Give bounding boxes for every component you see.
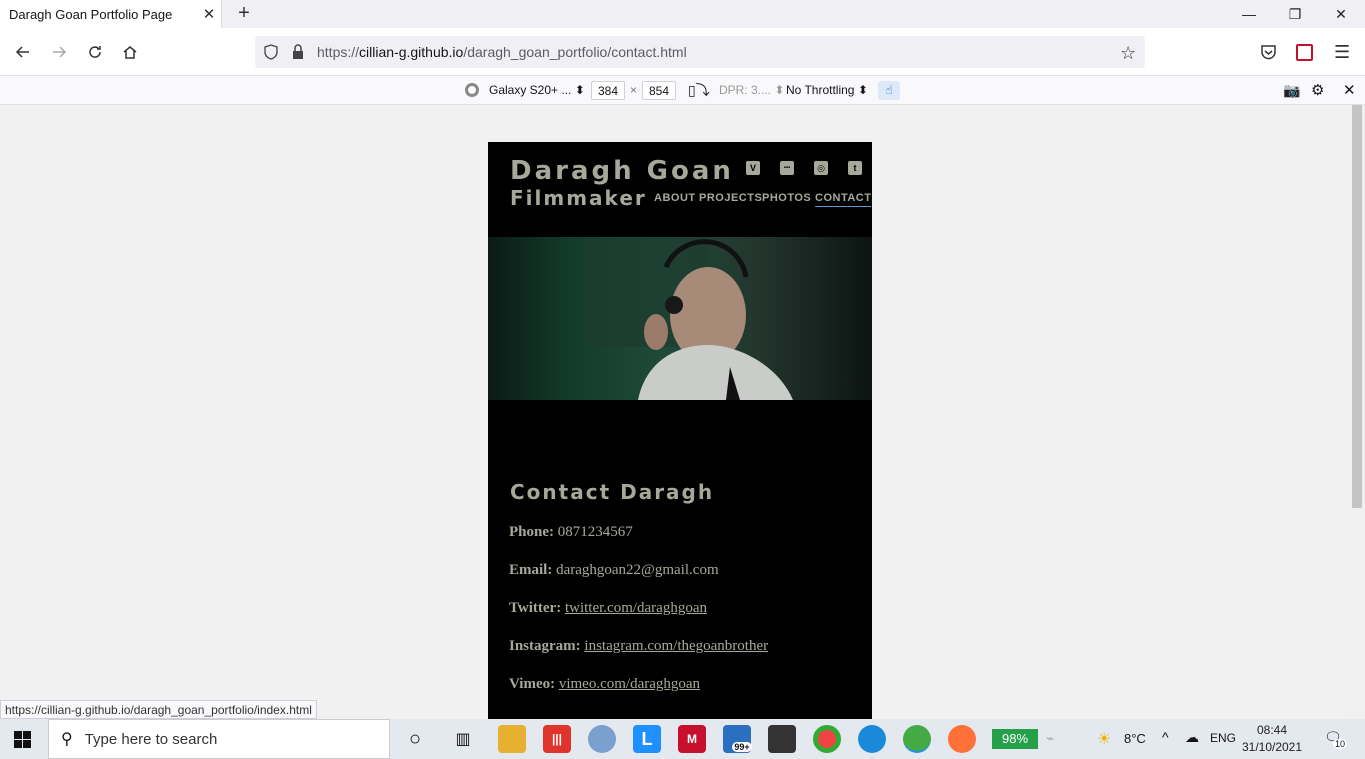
contact-vimeo: Vimeo: vimeo.com/daraghgoan [509,676,701,692]
window-close-icon[interactable]: ✕ [1318,0,1364,28]
cloud-icon[interactable]: ☁ [1185,729,1199,746]
forward-icon[interactable] [45,38,73,66]
cortana-icon[interactable]: ○ [401,725,429,753]
contact-instagram: Instagram: instagram.com/thegoanbrother [509,638,769,654]
app-red-icon[interactable]: ||| [543,725,571,753]
status-link-tooltip: https://cillian-g.github.io/daragh_goan_… [0,700,317,719]
select-arrow-icon: ⬍ [574,83,585,97]
weather-icon[interactable]: ☀ [1097,729,1111,749]
clock-date: 31/10/2021 [1241,740,1303,754]
nav-contact[interactable]: Contact [815,192,872,207]
language-indicator[interactable]: ENG [1210,731,1236,745]
select-arrow-icon: ⬍ [774,83,785,97]
width-input[interactable]: 384 [591,81,625,100]
windows-taskbar: ⚲ Type here to search ○ ▥ ||| L M 99+ 98… [0,719,1365,759]
file-explorer-icon[interactable] [498,725,526,753]
site-name[interactable]: Daragh Goan [510,156,734,186]
navigation-toolbar: https://cillian-g.github.io/daragh_goan_… [0,28,1365,76]
contact-email: Email: daraghgoan22@gmail.com [509,562,719,578]
nav-photos[interactable]: Photos [762,192,811,204]
vimeo-icon[interactable]: V [746,161,760,175]
menu-icon[interactable]: ☰ [1334,42,1350,63]
chrome-device-icon [465,83,479,97]
new-tab-button[interactable]: + [233,2,255,24]
system-clock[interactable]: 08:44 31/10/2021 [1240,722,1304,756]
url-bar[interactable]: https://cillian-g.github.io/daragh_goan_… [255,36,1145,68]
app-l-icon[interactable]: L [633,725,661,753]
mail-icon[interactable]: 99+ [723,725,752,753]
task-view-icon[interactable]: ▥ [449,725,477,753]
chrome-profile-icon[interactable] [903,725,931,753]
mcafee-icon[interactable]: M [678,725,706,753]
touch-simulation-icon[interactable]: ☝ [878,81,900,100]
tab-strip: Daragh Goan Portfolio Page ✕ + — ❐ ✕ [0,0,1365,28]
search-placeholder: Type here to search [84,730,218,748]
vertical-scrollbar[interactable] [1349,105,1365,719]
temperature[interactable]: 8°C [1124,731,1146,746]
bookmark-star-icon[interactable]: ☆ [1120,43,1136,64]
contact-twitter: Twitter: twitter.com/daraghgoan [509,600,707,616]
firefox-icon[interactable] [948,725,976,753]
search-icon: ⚲ [61,731,73,748]
store-icon[interactable] [768,725,796,753]
minimize-icon[interactable]: — [1226,0,1272,28]
battery-indicator[interactable]: 98% [992,729,1038,749]
shield-icon[interactable] [263,44,279,63]
chrome-icon[interactable] [813,725,841,753]
extension-icon[interactable] [1296,44,1313,61]
app-globe-icon[interactable] [588,725,616,753]
vimeo-link[interactable]: vimeo.com/daraghgoan [559,676,700,692]
contact-heading: Contact Daragh [510,480,715,504]
settings-gear-icon[interactable]: ⚙ [1311,81,1324,100]
tab-title: Daragh Goan Portfolio Page [9,6,173,22]
scrollbar-thumb[interactable] [1352,105,1362,508]
device-select[interactable]: Galaxy S20+ ... ⬍ [489,81,585,100]
power-icon[interactable]: ⌁ [1046,730,1054,747]
height-input[interactable]: 854 [642,81,676,100]
times-separator: × [630,83,638,97]
responsive-design-toolbar: Galaxy S20+ ... ⬍ 384 × 854 ▯⤵ DPR: 3...… [0,76,1365,105]
device-page: Daragh Goan Filmmaker V ▪▪▪ ◎ t About Pr… [488,142,872,719]
restore-icon[interactable]: ❐ [1272,0,1318,28]
url-text[interactable]: https://cillian-g.github.io/daragh_goan_… [317,44,687,60]
throttling-select[interactable]: No Throttling ⬍ [786,81,868,100]
rotate-icon[interactable]: ▯⤵ [688,81,710,100]
close-rdm-icon[interactable]: ✕ [1343,81,1356,100]
edge-icon[interactable] [858,725,886,753]
instagram-link[interactable]: instagram.com/thegoanbrother [584,638,768,654]
twitter-icon[interactable]: t [848,161,862,175]
reload-icon[interactable] [81,38,109,66]
rdm-viewport: Daragh Goan Filmmaker V ▪▪▪ ◎ t About Pr… [0,105,1349,719]
hero-image [488,237,872,400]
windows-start-icon[interactable] [14,731,31,751]
tab-close-icon[interactable]: ✕ [197,5,221,23]
browser-tab[interactable]: Daragh Goan Portfolio Page ✕ [0,0,222,28]
lock-icon[interactable] [291,44,305,63]
chevron-up-icon[interactable]: ^ [1162,729,1169,745]
clock-time: 08:44 [1256,723,1288,737]
taskbar-search[interactable]: ⚲ Type here to search [48,719,390,759]
pocket-icon[interactable] [1260,44,1277,63]
select-arrow-icon: ⬍ [857,83,868,97]
dpr-select[interactable]: DPR: 3.... ⬍ [719,81,784,100]
home-icon[interactable] [116,38,144,66]
instagram-icon[interactable]: ◎ [814,161,828,175]
twitter-link[interactable]: twitter.com/daraghgoan [565,600,707,616]
site-subtitle: Filmmaker [510,186,647,210]
notification-count: 10 [1333,739,1348,749]
back-icon[interactable] [9,38,37,66]
nav-about[interactable]: About [654,192,696,204]
nav-projects[interactable]: Projects [699,192,762,204]
contact-phone: Phone: 0871234567 [509,524,633,540]
imdb-icon[interactable]: ▪▪▪ [780,161,794,175]
screenshot-icon[interactable]: 📷 [1283,81,1300,100]
